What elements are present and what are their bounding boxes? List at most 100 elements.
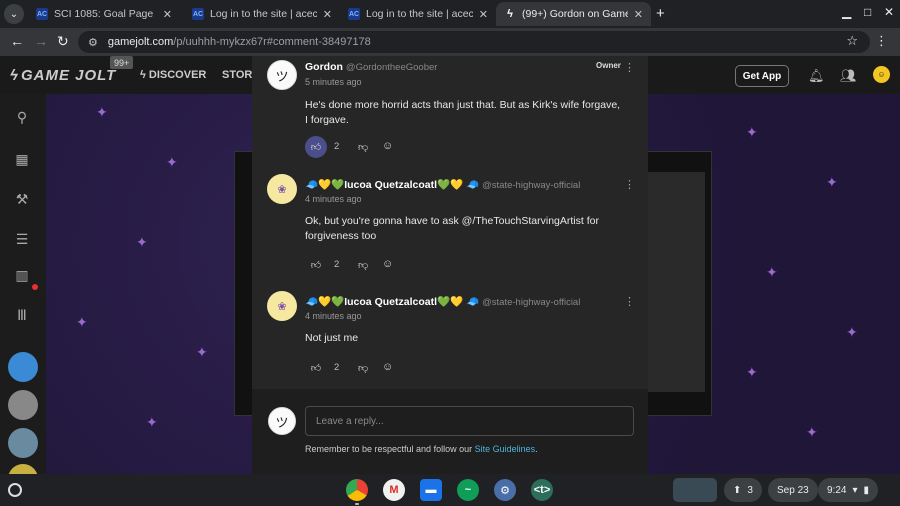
quests-rail-icon[interactable]: ▥ xyxy=(11,264,33,286)
store-rail-icon[interactable]: ▦ xyxy=(11,148,33,170)
user-avatar[interactable]: ☺ xyxy=(873,66,890,83)
bell-icon[interactable]: 🔔︎ xyxy=(808,68,825,84)
sparkle-icon: ✦ xyxy=(146,414,158,430)
commenter-avatar[interactable]: ツ xyxy=(267,60,297,90)
logo-text: GAME JOLT xyxy=(20,67,117,84)
community-avatar[interactable] xyxy=(8,464,38,474)
status-tray[interactable]: 9:24 ▾ ▮ xyxy=(818,478,879,502)
close-icon[interactable]: ✕ xyxy=(323,8,332,21)
gmail-icon[interactable]: M xyxy=(383,479,405,501)
upload-icon: ⬆ xyxy=(733,484,742,496)
guidelines-suffix: . xyxy=(535,444,538,454)
forward-icon[interactable]: → xyxy=(34,33,48,49)
community-avatar[interactable] xyxy=(8,352,38,382)
commenter-name[interactable]: 🧢💛💚Iucoa Quetzalcoatl💚💛 🧢 @state-highway-… xyxy=(305,295,580,308)
comment-actions: 👍︎ 2 👎︎ ☺︎ xyxy=(305,136,425,158)
screen: ⌄ AC SCI 1085: Goal Page | aceconn ✕ AC … xyxy=(0,0,900,506)
commenter-avatar[interactable]: ❀ xyxy=(267,291,297,321)
comment-actions: 👍︎ 2 👎︎ ☺︎ xyxy=(305,357,425,379)
reply-icon[interactable]: ☺︎ xyxy=(382,140,393,152)
notification-count: 3 xyxy=(747,484,753,496)
settings-icon[interactable]: ⚙ xyxy=(494,479,516,501)
comment-menu-icon[interactable]: ⋮ xyxy=(624,61,635,74)
chat-rail-icon[interactable]: ☰ xyxy=(11,228,33,250)
files-icon[interactable]: ▬ xyxy=(420,479,442,501)
sparkle-icon: ✦ xyxy=(806,424,818,440)
like-count[interactable]: 2 xyxy=(334,259,339,270)
comment-menu-icon[interactable]: ⋮ xyxy=(624,295,635,308)
sparkle-icon: ✦ xyxy=(766,264,778,280)
launcher-icon[interactable] xyxy=(8,483,22,497)
dislike-icon[interactable]: 👎︎ xyxy=(358,362,368,374)
community-avatar[interactable] xyxy=(8,428,38,458)
date-text: Sep 23 xyxy=(777,484,809,496)
comment-body: He's done more horrid acts than just tha… xyxy=(305,99,621,126)
close-window-icon[interactable]: ✕ xyxy=(884,5,894,19)
reply-input[interactable] xyxy=(305,406,634,436)
sparkle-icon: ✦ xyxy=(166,154,178,170)
tab-search-icon[interactable]: ⌄ xyxy=(4,4,24,24)
close-icon[interactable]: ✕ xyxy=(634,8,643,21)
bookmark-star-icon[interactable]: ☆ xyxy=(846,33,858,49)
meet-icon[interactable]: ~ xyxy=(457,479,479,501)
tab-sci-1085[interactable]: AC SCI 1085: Goal Page | aceconn ✕ xyxy=(28,2,180,26)
browser-menu-icon[interactable]: ⋮ xyxy=(875,33,888,49)
reply-icon[interactable]: ☺︎ xyxy=(382,258,393,270)
notification-badge: 99+ xyxy=(110,56,134,69)
friends-icon[interactable]: 👥︎ xyxy=(840,68,857,84)
comment-menu-icon[interactable]: ⋮ xyxy=(624,178,635,191)
commenter-name[interactable]: Gordon @GordontheeGoober xyxy=(305,61,437,73)
close-icon[interactable]: ✕ xyxy=(163,8,172,21)
nav-discover[interactable]: ϟ DISCOVER xyxy=(140,69,206,81)
commenter-display-name: 🧢💛💚Iucoa Quetzalcoatl💚💛 🧢 xyxy=(305,296,480,308)
new-tab-icon[interactable]: + xyxy=(656,5,665,22)
get-app-button[interactable]: Get App xyxy=(735,65,789,87)
site-guidelines-link[interactable]: Site Guidelines xyxy=(475,444,536,454)
comment-timestamp[interactable]: 4 minutes ago xyxy=(305,194,362,204)
like-icon[interactable]: 👍︎ xyxy=(305,357,327,379)
guidelines-prefix: Remember to be respectful and follow our xyxy=(305,444,473,454)
reload-icon[interactable]: ↻ xyxy=(57,33,69,50)
gamejolt-page: ϟ GAME JOLT 99+ ϟ DISCOVER STORE Get App … xyxy=(0,56,900,474)
nav-discover-label: DISCOVER xyxy=(148,69,207,81)
comment-timestamp[interactable]: 5 minutes ago xyxy=(305,77,362,87)
tab-login-2[interactable]: AC Log in to the site | aceconnect ✕ xyxy=(340,2,496,26)
date-pill[interactable]: Sep 23 xyxy=(768,478,818,502)
sparkle-icon: ✦ xyxy=(196,344,208,360)
gamejolt-logo[interactable]: ϟ GAME JOLT xyxy=(10,67,116,84)
chrome-icon[interactable] xyxy=(346,479,368,501)
reply-icon[interactable]: ☺︎ xyxy=(382,361,393,373)
commenter-name[interactable]: 🧢💛💚Iucoa Quetzalcoatl💚💛 🧢 @state-highway-… xyxy=(305,178,580,191)
maximize-icon[interactable]: □ xyxy=(864,5,871,19)
battery-icon: ▮ xyxy=(863,484,870,496)
dislike-icon[interactable]: 👎︎ xyxy=(358,259,368,271)
window-thumbnail[interactable] xyxy=(673,478,717,502)
community-avatar[interactable] xyxy=(8,390,38,420)
like-count[interactable]: 2 xyxy=(334,141,339,152)
discover-rail-icon[interactable]: ⚲ xyxy=(11,106,33,128)
like-count[interactable]: 2 xyxy=(334,362,339,373)
tab-login-1[interactable]: AC Log in to the site | aceconnect ✕ xyxy=(184,2,340,26)
minimize-icon[interactable]: ▁ xyxy=(842,5,851,19)
commenter-handle: @state-highway-official xyxy=(482,297,581,308)
library-rail-icon[interactable]: Ⅲ xyxy=(11,304,33,326)
terminal-icon[interactable]: <t> xyxy=(531,479,553,501)
like-icon[interactable]: 👍︎ xyxy=(305,136,327,158)
address-bar[interactable]: ⚙ gamejolt.com/p/uuhhh-mykzx67r#comment-… xyxy=(78,31,870,53)
comment-timestamp[interactable]: 4 minutes ago xyxy=(305,311,362,321)
commenter-avatar[interactable]: ❀ xyxy=(267,174,297,204)
like-icon[interactable]: 👍︎ xyxy=(305,254,327,276)
backpack-rail-icon[interactable]: ⚒ xyxy=(11,188,33,210)
dislike-icon[interactable]: 👎︎ xyxy=(358,141,368,153)
back-icon[interactable]: ← xyxy=(10,33,24,49)
site-info-icon[interactable]: ⚙ xyxy=(88,36,98,49)
tab-label: (99+) Gordon on Game Jolt: "U xyxy=(522,8,628,20)
close-icon[interactable]: ✕ xyxy=(479,8,488,21)
commenter-display-name: 🧢💛💚Iucoa Quetzalcoatl💚💛 🧢 xyxy=(305,179,480,191)
comment-body: Ok, but you're gonna have to ask @/TheTo… xyxy=(305,215,599,242)
reply-composer: ツ Remember to be respectful and follow o… xyxy=(252,389,648,474)
tab-gamejolt[interactable]: ϟ (99+) Gordon on Game Jolt: "U ✕ xyxy=(496,2,651,26)
bolt-icon: ϟ xyxy=(10,67,19,84)
notification-tray[interactable]: ⬆ 3 xyxy=(724,478,762,502)
aceconnect-favicon-icon: AC xyxy=(192,8,204,20)
